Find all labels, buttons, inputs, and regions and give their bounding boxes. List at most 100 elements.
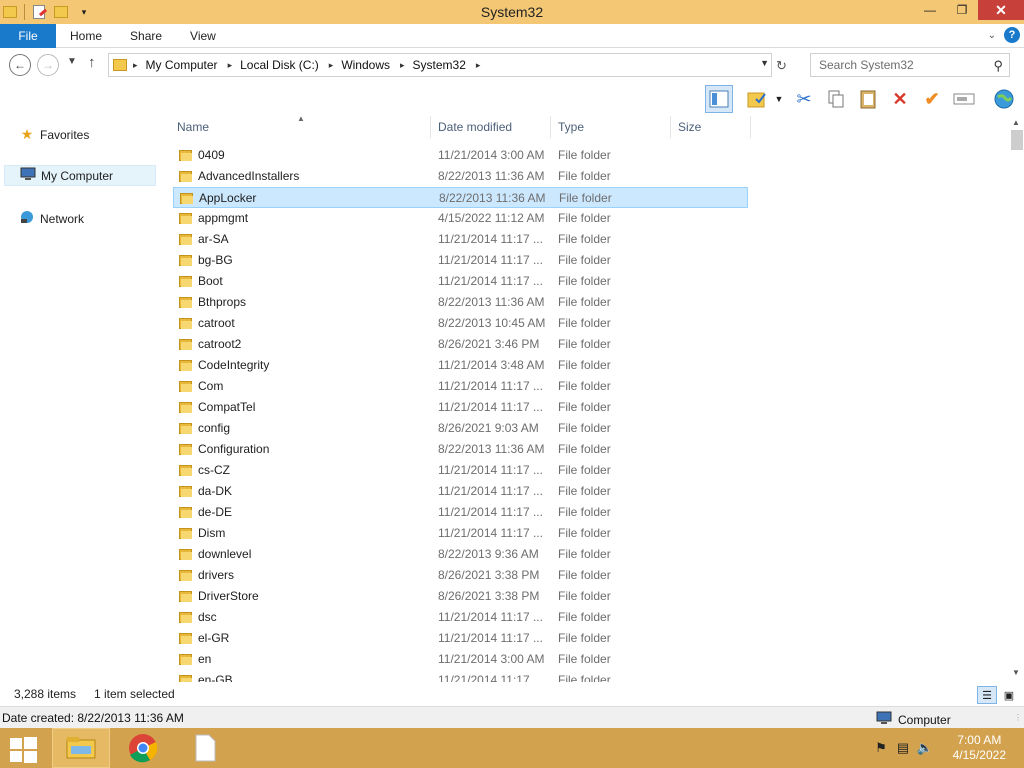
tab-home[interactable]: Home xyxy=(56,24,116,48)
table-row[interactable]: AppLocker 8/22/2013 11:36 AM File folder xyxy=(173,187,748,208)
tab-share[interactable]: Share xyxy=(116,24,176,48)
table-row[interactable]: catroot 8/22/2013 10:45 AM File folder xyxy=(173,313,748,334)
table-row[interactable]: drivers 8/26/2021 3:38 PM File folder xyxy=(173,565,748,586)
table-row[interactable]: el-GR 11/21/2014 11:17 ... File folder xyxy=(173,628,748,649)
folder-icon xyxy=(179,464,192,476)
breadcrumb-windows[interactable]: Windows xyxy=(337,58,396,72)
scroll-up-icon[interactable]: ▲ xyxy=(1012,118,1020,127)
large-icons-view-icon[interactable]: ▣ xyxy=(999,686,1019,704)
details-view-icon[interactable]: ☰ xyxy=(977,686,997,704)
table-row[interactable]: config 8/26/2021 9:03 AM File folder xyxy=(173,418,748,439)
taskbar-document[interactable] xyxy=(176,728,234,768)
chevron-right-icon[interactable]: ▸ xyxy=(396,60,409,71)
paste-icon[interactable] xyxy=(854,85,882,113)
table-row[interactable]: en-GB 11/21/2014 11:17 ... File folder xyxy=(173,670,748,682)
new-folder-icon[interactable] xyxy=(53,3,71,21)
column-header-date-modified[interactable]: Date modified xyxy=(430,116,550,138)
chevron-right-icon[interactable]: ▸ xyxy=(325,60,338,71)
table-row[interactable]: Bthprops 8/22/2013 11:36 AM File folder xyxy=(173,292,748,313)
up-button[interactable]: ↑ xyxy=(88,54,96,71)
explorer-folder-icon[interactable] xyxy=(2,3,20,21)
table-row[interactable]: da-DK 11/21/2014 11:17 ... File folder xyxy=(173,481,748,502)
search-icon[interactable]: ⚲ xyxy=(993,58,1003,74)
file-name: de-DE xyxy=(198,505,233,519)
customize-quick-access-icon[interactable]: ▾ xyxy=(75,3,93,21)
chevron-right-icon[interactable]: ▸ xyxy=(129,60,142,71)
forward-button[interactable]: → xyxy=(37,54,59,76)
minimize-icon[interactable]: — xyxy=(914,0,946,20)
properties-icon[interactable] xyxy=(31,3,49,21)
restore-icon[interactable]: ❐ xyxy=(946,0,978,20)
folder-icon xyxy=(180,192,193,204)
close-icon[interactable]: ✕ xyxy=(978,0,1024,20)
tab-view[interactable]: View xyxy=(176,24,230,48)
recent-locations-icon[interactable]: ▼ xyxy=(67,56,77,67)
table-row[interactable]: downlevel 8/22/2013 9:36 AM File folder xyxy=(173,544,748,565)
globe-icon[interactable] xyxy=(990,85,1018,113)
table-row[interactable]: CompatTel 11/21/2014 11:17 ... File folder xyxy=(173,397,748,418)
help-icon[interactable]: ? xyxy=(1004,27,1020,43)
column-header-size[interactable]: Size xyxy=(670,116,750,138)
table-row[interactable]: bg-BG 11/21/2014 11:17 ... File folder xyxy=(173,250,748,271)
table-row[interactable]: de-DE 11/21/2014 11:17 ... File folder xyxy=(173,502,748,523)
clock[interactable]: 7:00 AM 4/15/2022 xyxy=(953,733,1006,763)
address-bar[interactable]: ▸ My Computer ▸ Local Disk (C:) ▸ Window… xyxy=(108,53,772,77)
table-row[interactable]: ar-SA 11/21/2014 11:17 ... File folder xyxy=(173,229,748,250)
checkmark-icon[interactable]: ✔ xyxy=(918,85,946,113)
folder-icon xyxy=(179,443,192,455)
table-row[interactable]: dsc 11/21/2014 11:17 ... File folder xyxy=(173,607,748,628)
table-row[interactable]: Boot 11/21/2014 11:17 ... File folder xyxy=(173,271,748,292)
volume-icon[interactable]: 🔈 xyxy=(914,738,936,758)
dropdown-icon[interactable]: ▼ xyxy=(770,85,788,113)
chevron-right-icon[interactable]: ▸ xyxy=(472,60,485,71)
action-center-icon[interactable]: ⚑ xyxy=(870,738,892,758)
taskbar-chrome[interactable] xyxy=(114,728,172,768)
vertical-scrollbar[interactable]: ▲ ▼ xyxy=(1008,116,1024,682)
table-row[interactable]: DriverStore 8/26/2021 3:38 PM File folder xyxy=(173,586,748,607)
rename-icon[interactable] xyxy=(950,85,978,113)
select-folder-icon[interactable] xyxy=(743,85,771,113)
breadcrumb-system32[interactable]: System32 xyxy=(409,58,472,72)
scroll-down-icon[interactable]: ▼ xyxy=(1012,668,1020,677)
column-divider[interactable] xyxy=(750,116,751,138)
column-header-name[interactable]: Name xyxy=(169,116,429,138)
table-row[interactable]: appmgmt 4/15/2022 11:12 AM File folder xyxy=(173,208,748,229)
delete-icon[interactable]: ✕ xyxy=(886,85,914,113)
date-modified: 11/21/2014 3:00 AM xyxy=(438,148,545,162)
breadcrumb-my-computer[interactable]: My Computer xyxy=(142,58,224,72)
back-button[interactable]: ← xyxy=(9,54,31,76)
preview-pane-icon[interactable] xyxy=(705,85,733,113)
file-name: DriverStore xyxy=(198,589,259,603)
table-row[interactable]: catroot2 8/26/2021 3:46 PM File folder xyxy=(173,334,748,355)
resize-grip-icon[interactable]: ⋮ xyxy=(1014,713,1022,722)
table-row[interactable]: cs-CZ 11/21/2014 11:17 ... File folder xyxy=(173,460,748,481)
network-status-icon[interactable]: ▤ xyxy=(892,738,914,758)
start-button[interactable] xyxy=(8,736,38,763)
refresh-icon[interactable]: ↻ xyxy=(776,58,787,74)
search-box[interactable]: ⚲ xyxy=(810,53,1010,77)
tab-file[interactable]: File xyxy=(0,23,56,48)
nav-item-network[interactable]: Network xyxy=(4,208,156,229)
file-type: File folder xyxy=(558,568,611,582)
nav-item-my-computer[interactable]: My Computer xyxy=(4,165,156,186)
table-row[interactable]: AdvancedInstallers 8/22/2013 11:36 AM File… xyxy=(173,166,748,187)
cut-icon[interactable]: ✂ xyxy=(790,85,818,113)
file-type: File folder xyxy=(558,274,611,288)
table-row[interactable]: en 11/21/2014 3:00 AM File folder xyxy=(173,649,748,670)
scrollbar-thumb[interactable] xyxy=(1011,130,1023,150)
address-dropdown-icon[interactable]: ▼ xyxy=(760,58,769,68)
table-row[interactable]: 0409 11/21/2014 3:00 AM File folder xyxy=(173,145,748,166)
expand-ribbon-icon[interactable]: ⌄ xyxy=(988,30,996,41)
table-row[interactable]: Configuration 8/22/2013 11:36 AM File fold… xyxy=(173,439,748,460)
file-name: AdvancedInstallers xyxy=(198,169,300,183)
copy-icon[interactable] xyxy=(822,85,850,113)
table-row[interactable]: CodeIntegrity 11/21/2014 3:48 AM File fold… xyxy=(173,355,748,376)
nav-item-favorites[interactable]: ★ Favorites xyxy=(4,124,156,145)
chevron-right-icon[interactable]: ▸ xyxy=(224,60,237,71)
table-row[interactable]: Com 11/21/2014 11:17 ... File folder xyxy=(173,376,748,397)
table-row[interactable]: Dism 11/21/2014 11:17 ... File folder xyxy=(173,523,748,544)
taskbar-file-explorer[interactable] xyxy=(52,728,110,768)
search-input[interactable] xyxy=(819,58,989,72)
breadcrumb-local-disk[interactable]: Local Disk (C:) xyxy=(236,58,325,72)
column-header-type[interactable]: Type xyxy=(550,116,670,138)
